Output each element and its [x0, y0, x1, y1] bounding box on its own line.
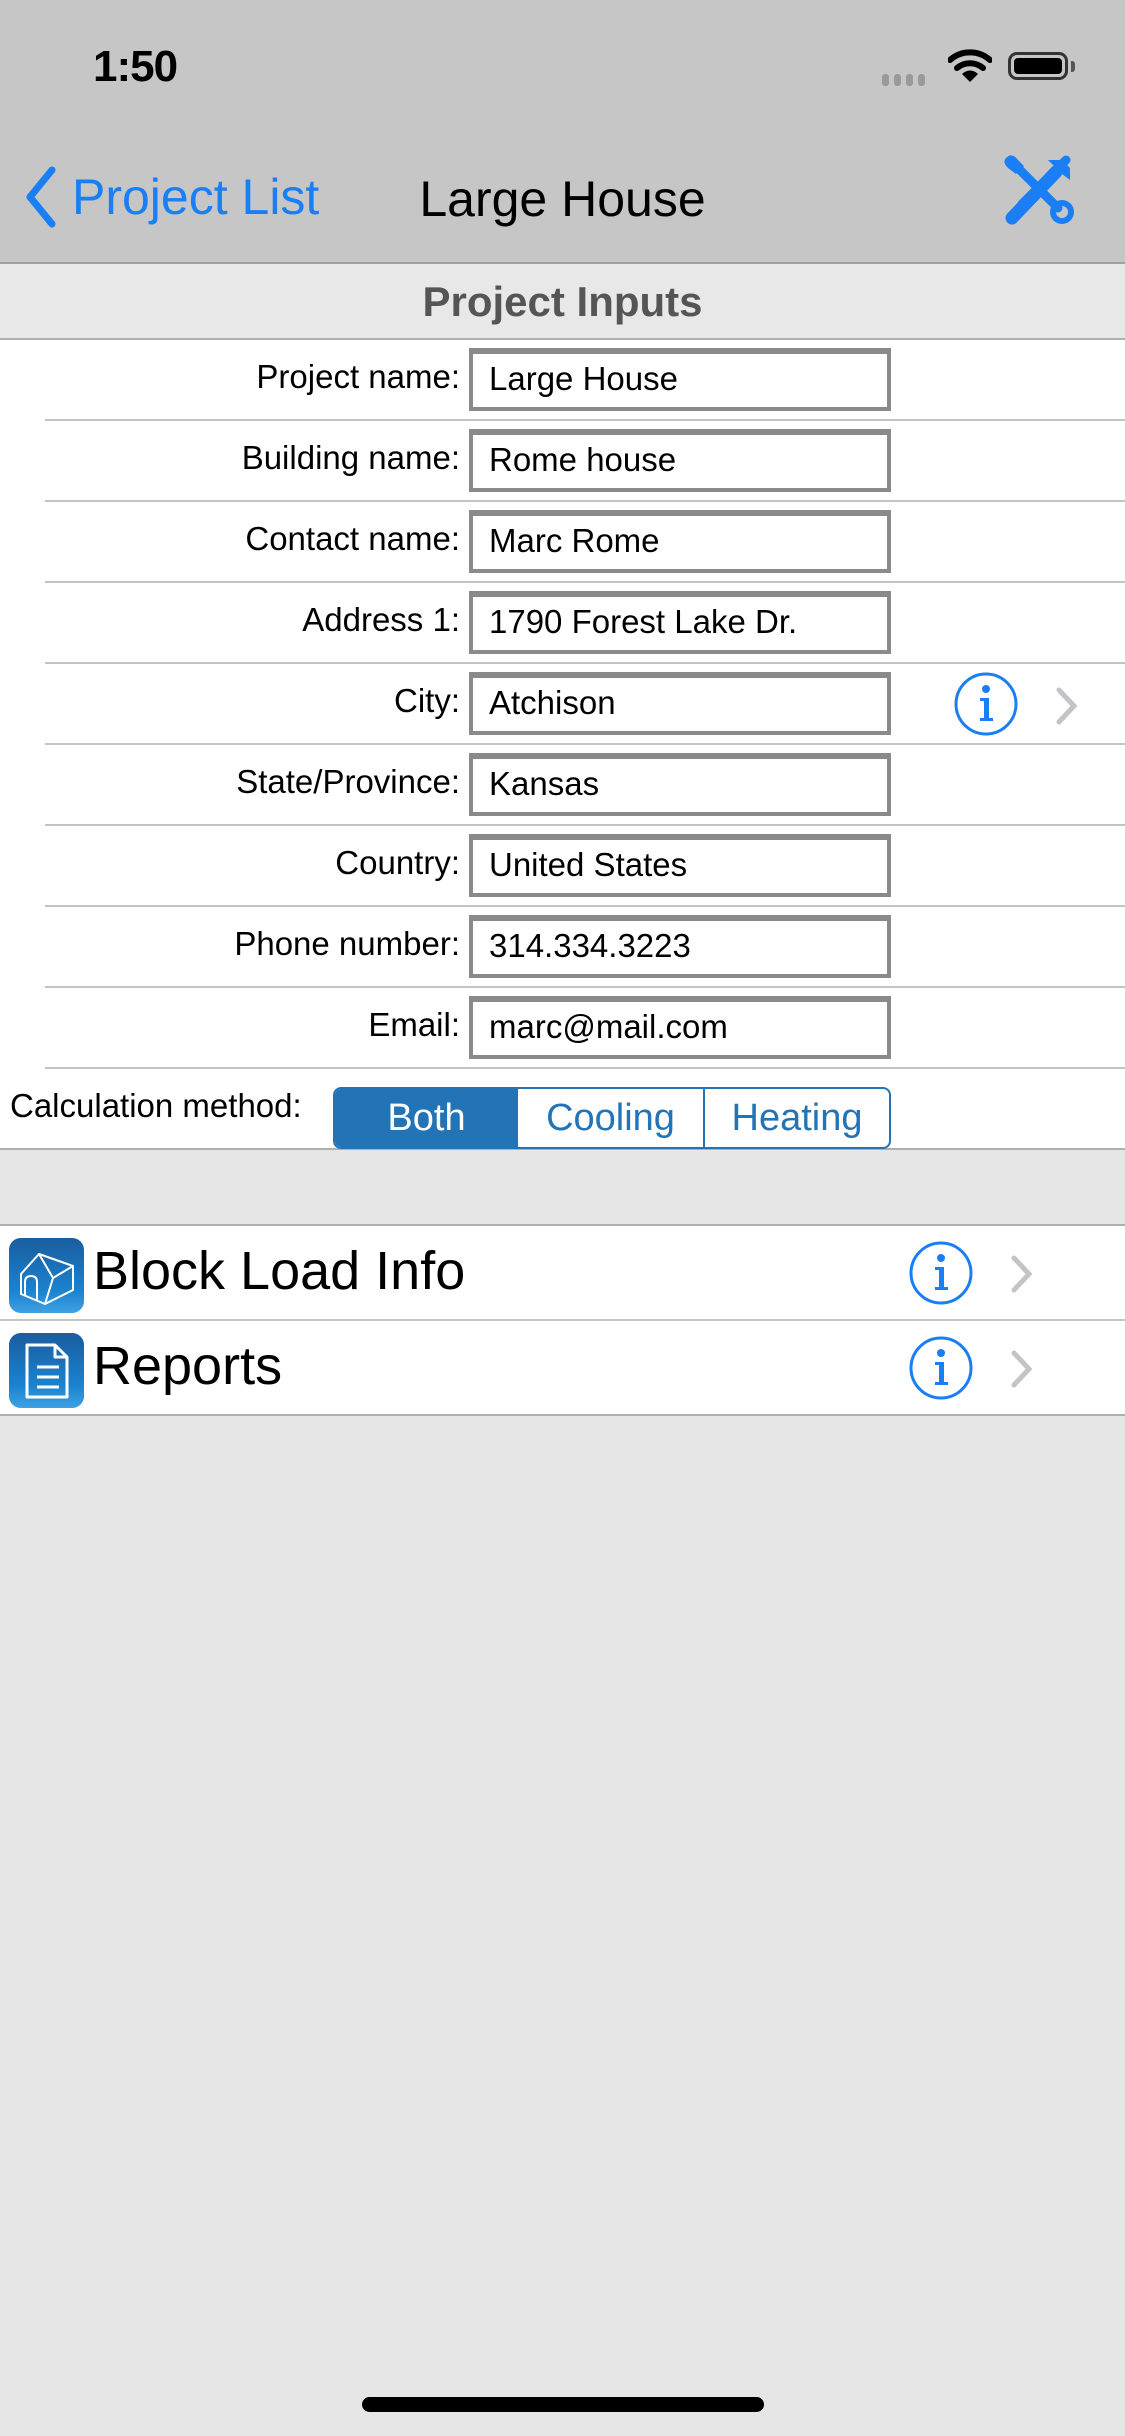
form-row-email: Email: marc@mail.com [45, 988, 1125, 1069]
country-input[interactable]: United States [469, 834, 891, 897]
contact-name-input[interactable]: Marc Rome [469, 510, 891, 573]
contact-name-label: Contact name: [245, 520, 460, 557]
state-input[interactable]: Kansas [469, 753, 891, 816]
menu-item-reports[interactable]: Reports [0, 1321, 1125, 1416]
calculation-method-segmented-control: Both Cooling Heating [333, 1087, 891, 1149]
info-icon[interactable] [908, 1240, 974, 1306]
segment-both[interactable]: Both [335, 1089, 518, 1147]
form-row-country: Country: United States [45, 826, 1125, 907]
form-row-phone: Phone number: 314.334.3223 [45, 907, 1125, 988]
email-label: Email: [368, 1006, 460, 1043]
country-label: Country: [335, 844, 460, 881]
battery-tip [1071, 61, 1075, 72]
form-row-calculation-method: Calculation method: Both Cooling Heating [0, 1069, 1125, 1150]
home-indicator[interactable] [362, 2397, 764, 2412]
menu-list: Block Load Info Reports [0, 1224, 1125, 1416]
city-input[interactable]: Atchison [469, 672, 891, 735]
menu-item-label: Reports [93, 1336, 283, 1396]
address-label: Address 1: [302, 601, 460, 638]
section-header: Project Inputs [0, 264, 1125, 340]
calculation-method-label: Calculation method: [10, 1087, 302, 1124]
form-row-state: State/Province: Kansas [45, 745, 1125, 826]
form-row-address: Address 1: 1790 Forest Lake Dr. [45, 583, 1125, 664]
segment-heating[interactable]: Heating [705, 1089, 889, 1147]
segment-cooling[interactable]: Cooling [518, 1089, 705, 1147]
project-name-input[interactable]: Large House [469, 348, 891, 411]
battery-icon [1008, 52, 1068, 80]
building-name-label: Building name: [241, 439, 460, 476]
tools-icon[interactable] [1004, 154, 1076, 226]
email-input[interactable]: marc@mail.com [469, 996, 891, 1059]
page-title: Large House [419, 171, 706, 227]
building-name-input[interactable]: Rome house [469, 429, 891, 492]
house-icon [9, 1238, 84, 1313]
chevron-right-icon[interactable] [1010, 1254, 1034, 1294]
project-inputs-form: Project name: Large House Building name:… [0, 340, 1125, 1150]
document-icon [9, 1333, 84, 1408]
info-icon[interactable] [908, 1335, 974, 1401]
phone-input[interactable]: 314.334.3223 [469, 915, 891, 978]
form-row-project-name: Project name: Large House [45, 340, 1125, 421]
menu-item-block-load-info[interactable]: Block Load Info [0, 1226, 1125, 1321]
form-row-building-name: Building name: Rome house [45, 421, 1125, 502]
form-row-city: City: Atchison [45, 664, 1125, 745]
phone-label: Phone number: [234, 925, 460, 962]
wifi-icon [948, 49, 992, 82]
chevron-right-icon[interactable] [1055, 686, 1079, 726]
form-row-contact-name: Contact name: Marc Rome [45, 502, 1125, 583]
status-bar: 1:50 [0, 0, 1125, 132]
menu-item-label: Block Load Info [93, 1241, 466, 1301]
address-input[interactable]: 1790 Forest Lake Dr. [469, 591, 891, 654]
city-label: City: [394, 682, 460, 719]
navigation-bar: Project List Large House [0, 132, 1125, 264]
state-label: State/Province: [236, 763, 460, 800]
cellular-signal-icon [882, 74, 925, 86]
chevron-right-icon[interactable] [1010, 1349, 1034, 1389]
info-icon[interactable] [953, 671, 1019, 737]
project-name-label: Project name: [256, 358, 460, 395]
status-time: 1:50 [93, 42, 178, 91]
